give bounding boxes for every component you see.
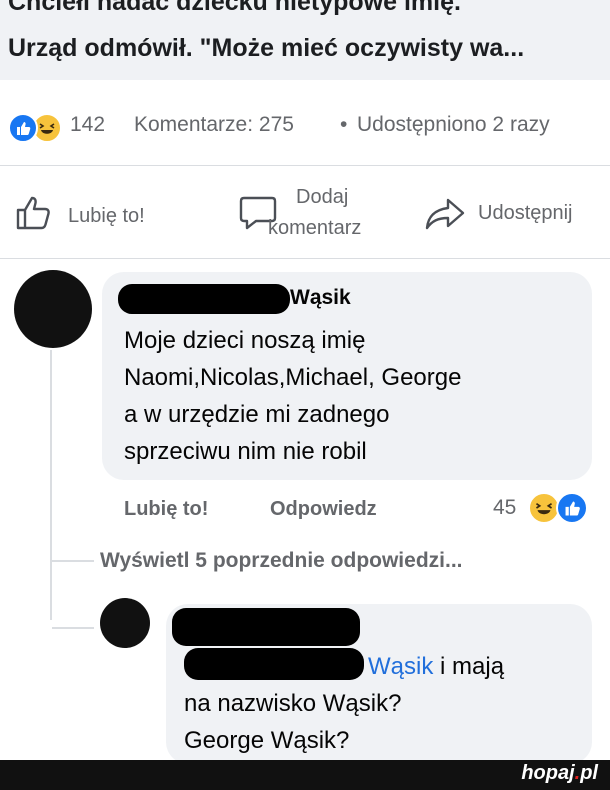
reply-text-line3: George Wąsik? xyxy=(184,727,350,754)
comments-count-link[interactable]: Komentarze: 275 xyxy=(134,113,294,137)
comment-text-line: Naomi,Nicolas,Michael, George xyxy=(124,364,462,391)
redacted-name xyxy=(118,284,290,314)
reactions-count[interactable]: 142 xyxy=(70,113,105,137)
comment-author-name[interactable]: Wąsik xyxy=(290,286,351,310)
comment-button-label-line1: Dodaj xyxy=(296,186,349,208)
like-reaction-icon[interactable] xyxy=(556,492,588,524)
comment-text-line: Moje dzieci noszą imię xyxy=(124,327,366,354)
mention-link[interactable]: Wąsik xyxy=(368,653,433,680)
divider xyxy=(0,258,610,259)
reply-text-line1: Wąsik i mają xyxy=(368,648,504,685)
post-header[interactable]: Chciełi nadać dziecku nietypowe imię. Ur… xyxy=(0,0,610,80)
redacted-name xyxy=(172,608,360,646)
reply-avatar[interactable] xyxy=(100,598,150,648)
comment-button-label-line2: komentarz xyxy=(268,217,362,239)
post-title-line1[interactable]: Chciełi nadać dziecku nietypowe imię. xyxy=(8,0,461,17)
like-button[interactable]: Lubię to! xyxy=(14,190,174,240)
view-previous-replies-link[interactable]: Wyświetl 5 poprzednie odpowiedzi... xyxy=(100,549,463,573)
watermark-bar xyxy=(0,760,610,790)
shares-count-link[interactable]: Udostępniono 2 razy xyxy=(357,113,550,137)
like-reaction-icon[interactable] xyxy=(8,113,38,143)
post-title-line2[interactable]: Urząd odmówił. "Może mieć oczywisty wa..… xyxy=(8,34,524,63)
commenter-avatar[interactable] xyxy=(14,270,92,348)
reply-text-rest: i mają xyxy=(440,653,505,680)
share-button[interactable]: Udostępnij xyxy=(424,190,604,240)
divider xyxy=(0,165,610,166)
comment-text-line: a w urzędzie mi zadnego xyxy=(124,401,390,428)
share-button-label: Udostępnij xyxy=(478,202,573,224)
watermark-logo: hopaj.pl xyxy=(521,762,598,784)
comment-button[interactable]: Dodaj komentarz xyxy=(238,186,398,246)
thread-line xyxy=(50,350,52,620)
stats-separator: • xyxy=(340,113,348,136)
comment-like-link[interactable]: Lubię to! xyxy=(124,498,208,521)
share-arrow-icon xyxy=(424,196,466,237)
thread-branch xyxy=(52,560,94,562)
redacted-mention xyxy=(184,648,364,680)
thumbs-up-icon xyxy=(14,194,54,237)
comment-reactions-count[interactable]: 45 xyxy=(493,496,516,520)
comment-reply-link[interactable]: Odpowiedz xyxy=(270,498,377,521)
like-button-label: Lubię to! xyxy=(68,205,145,227)
reply-text-line2: na nazwisko Wąsik? xyxy=(184,690,402,717)
thread-branch xyxy=(52,627,94,629)
comment-text-line: sprzeciwu nim nie robil xyxy=(124,438,367,465)
